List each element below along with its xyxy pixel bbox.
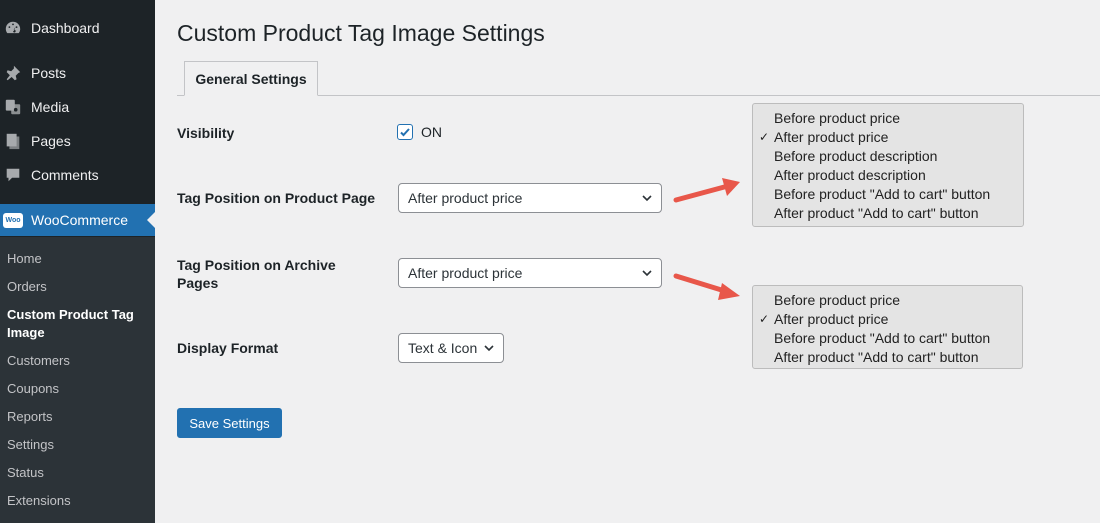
dropdown-option[interactable]: Before product description <box>753 147 1023 166</box>
woocommerce-icon: Woo <box>3 210 23 230</box>
submenu-item-reports[interactable]: Reports <box>7 408 53 426</box>
display-format-select[interactable]: Text & Icon <box>398 333 504 363</box>
dropdown-option[interactable]: After product "Add to cart" button <box>753 348 1022 367</box>
pin-icon <box>3 63 23 83</box>
annotation-arrow-icon <box>673 178 740 203</box>
sidebar-item-pages[interactable]: Pages <box>0 126 155 156</box>
archive-position-label: Tag Position on Archive Pages <box>177 257 336 291</box>
submenu-item-extensions[interactable]: Extensions <box>7 492 71 510</box>
comments-icon <box>3 165 23 185</box>
visibility-option-label: ON <box>421 124 442 140</box>
sidebar-item-dashboard[interactable]: Dashboard <box>0 13 155 43</box>
select-value: After product price <box>408 190 523 206</box>
product-page-position-select[interactable]: After product price <box>398 183 662 213</box>
annotation-arrow-icon <box>673 273 740 300</box>
checkmark-icon: ✓ <box>759 312 770 326</box>
product-page-position-options: Before product price ✓ After product pric… <box>752 103 1024 227</box>
save-settings-button[interactable]: Save Settings <box>177 408 282 438</box>
submenu-item-custom-product-tag-image[interactable]: Custom Product Tag Image <box>7 306 147 342</box>
check-icon <box>400 128 410 137</box>
media-icon <box>3 97 23 117</box>
dropdown-option[interactable]: After product "Add to cart" button <box>753 204 1023 223</box>
checkmark-icon: ✓ <box>759 130 770 144</box>
dropdown-option[interactable]: Before product "Add to cart" button <box>753 185 1023 204</box>
sidebar-item-label: Media <box>31 99 70 115</box>
sidebar-item-label: WooCommerce <box>31 212 128 228</box>
page-title: Custom Product Tag Image Settings <box>177 20 545 46</box>
current-menu-arrow <box>147 212 155 228</box>
tab-general-settings[interactable]: General Settings <box>184 61 318 96</box>
visibility-label: Visibility <box>177 125 235 141</box>
sidebar-item-woocommerce[interactable]: Woo WooCommerce <box>0 204 155 236</box>
product-page-position-label: Tag Position on Product Page <box>177 190 376 206</box>
dashboard-icon <box>3 18 23 38</box>
sidebar-item-posts[interactable]: Posts <box>0 58 155 88</box>
submenu-item-coupons[interactable]: Coupons <box>7 380 59 398</box>
sidebar-item-comments[interactable]: Comments <box>0 160 155 190</box>
dropdown-option-selected[interactable]: ✓ After product price <box>753 128 1023 147</box>
visibility-checkbox[interactable] <box>397 124 413 140</box>
chevron-down-icon <box>642 195 652 202</box>
dropdown-option[interactable]: Before product price <box>753 291 1022 310</box>
select-value: Text & Icon <box>408 340 478 356</box>
pages-icon <box>3 131 23 151</box>
submenu-item-home[interactable]: Home <box>7 250 42 268</box>
display-format-label: Display Format <box>177 340 279 356</box>
dropdown-option[interactable]: After product description <box>753 166 1023 185</box>
chevron-down-icon <box>484 345 494 352</box>
admin-sidebar: Dashboard Posts Media Pages Comments Woo… <box>0 0 155 523</box>
dropdown-option[interactable]: Before product "Add to cart" button <box>753 329 1022 348</box>
woocommerce-submenu: Home Orders Custom Product Tag Image Cus… <box>0 237 155 523</box>
sidebar-item-label: Pages <box>31 133 71 149</box>
submenu-item-settings[interactable]: Settings <box>7 436 54 454</box>
select-value: After product price <box>408 265 523 281</box>
submenu-item-customers[interactable]: Customers <box>7 352 70 370</box>
sidebar-item-label: Comments <box>31 167 99 183</box>
sidebar-item-media[interactable]: Media <box>0 92 155 122</box>
dropdown-option-selected[interactable]: ✓ After product price <box>753 310 1022 329</box>
sidebar-item-label: Dashboard <box>31 20 100 36</box>
submenu-item-orders[interactable]: Orders <box>7 278 47 296</box>
submenu-item-status[interactable]: Status <box>7 464 44 482</box>
sidebar-item-label: Posts <box>31 65 67 81</box>
archive-position-select[interactable]: After product price <box>398 258 662 288</box>
dropdown-option[interactable]: Before product price <box>753 109 1023 128</box>
chevron-down-icon <box>642 270 652 277</box>
archive-position-options: Before product price ✓ After product pric… <box>752 285 1023 369</box>
